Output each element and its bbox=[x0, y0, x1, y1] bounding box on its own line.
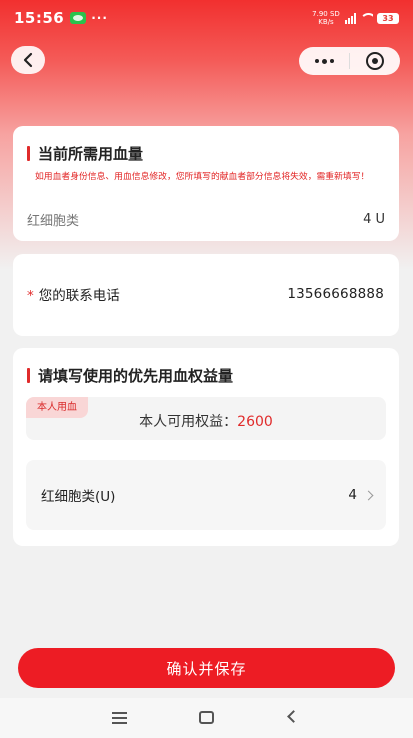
miniprogram-capsule bbox=[299, 47, 400, 75]
status-bar: 15:56 ··· 7.90 SD KB/s 33 bbox=[0, 0, 413, 36]
back-button[interactable] bbox=[11, 46, 45, 74]
confirm-save-button[interactable]: 确认并保存 bbox=[18, 648, 395, 688]
rbc-label: 红细胞类(U) bbox=[41, 489, 116, 505]
title-accent-bar bbox=[27, 146, 30, 161]
system-nav-bar bbox=[0, 698, 413, 738]
current-blood-card: 当前所需用血量 如用血者身份信息、用血信息修改，您所填写的献血者部分信息将失效，… bbox=[13, 126, 399, 241]
blood-type-label: 红细胞类 bbox=[27, 213, 80, 229]
capsule-close-button[interactable] bbox=[350, 47, 400, 75]
phone-row[interactable]: * 您的联系电话 13566668888 bbox=[27, 284, 384, 304]
blood-requirement-row: 红细胞类 4 U bbox=[27, 208, 385, 230]
status-indicators: 7.90 SD KB/s 33 bbox=[311, 10, 399, 26]
menu-icon[interactable] bbox=[112, 712, 127, 724]
title-accent-bar bbox=[27, 368, 30, 383]
wechat-icon bbox=[70, 12, 87, 24]
status-time: 15:56 bbox=[14, 9, 65, 27]
contact-card: * 您的联系电话 13566668888 bbox=[13, 254, 399, 336]
chevron-right-icon bbox=[363, 490, 374, 500]
required-mark: * bbox=[27, 288, 34, 304]
net-speed: 7.90 SD KB/s bbox=[312, 10, 340, 26]
self-benefit-box: 本人用血 本人可用权益：2600 bbox=[26, 397, 386, 440]
home-icon[interactable] bbox=[199, 711, 214, 724]
target-close-icon bbox=[366, 52, 384, 70]
status-dots: ··· bbox=[91, 11, 108, 25]
modification-notice: 如用血者身份信息、用血信息修改，您所填写的献血者部分信息将失效，需重新填写！ bbox=[35, 172, 370, 182]
phone-label: 您的联系电话 bbox=[38, 288, 120, 304]
chevron-left-icon bbox=[23, 52, 33, 68]
blood-amount-value: 4 U bbox=[363, 211, 385, 227]
rbc-amount-selector[interactable]: 红细胞类(U) 4 bbox=[26, 460, 386, 530]
priority-benefit-card: 请填写使用的优先用血权益量 本人用血 本人可用权益：2600 红细胞类(U) 4 bbox=[13, 348, 399, 546]
current-blood-title: 当前所需用血量 bbox=[27, 143, 143, 164]
benefit-amount: 2600 bbox=[237, 414, 273, 430]
phone-field[interactable]: 13566668888 bbox=[287, 286, 384, 302]
wifi-icon bbox=[360, 13, 373, 23]
back-icon[interactable] bbox=[287, 710, 300, 723]
rbc-value: 4 bbox=[348, 487, 357, 503]
battery-icon: 33 bbox=[377, 12, 399, 24]
more-dots-icon[interactable] bbox=[299, 47, 349, 75]
priority-benefit-title: 请填写使用的优先用血权益量 bbox=[27, 365, 233, 386]
signal-icon bbox=[345, 12, 356, 24]
available-benefit: 本人可用权益：2600 bbox=[139, 414, 273, 430]
